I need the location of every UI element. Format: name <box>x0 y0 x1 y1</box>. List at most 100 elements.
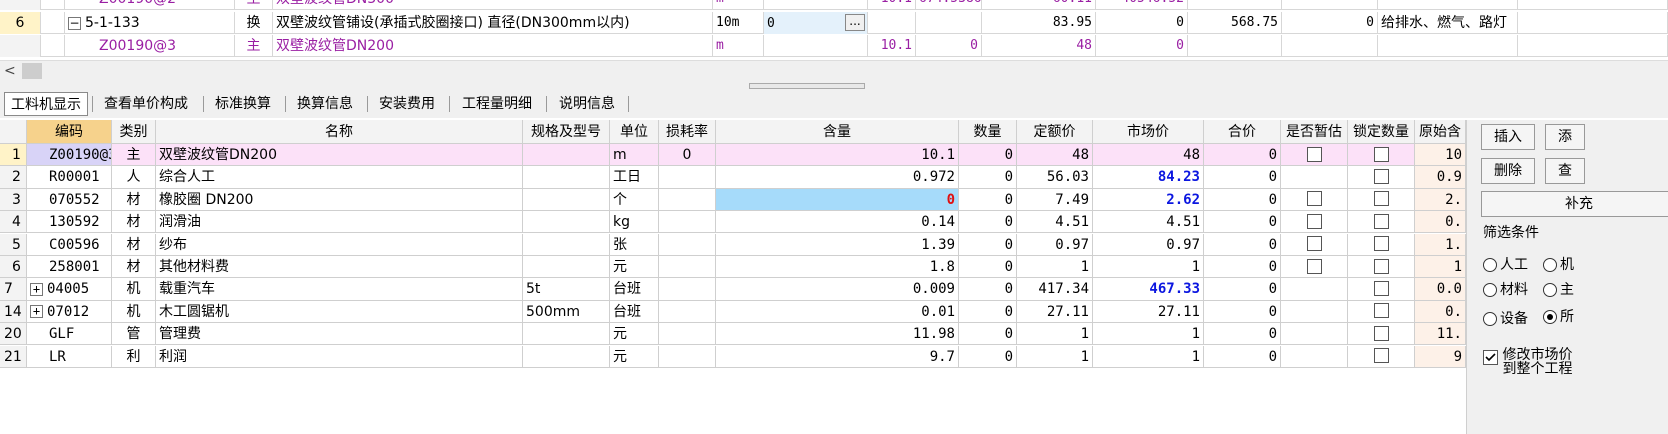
cell-loss[interactable] <box>659 278 716 300</box>
cell-est[interactable] <box>1281 345 1348 367</box>
cell-lock[interactable] <box>1348 278 1415 300</box>
column-header-loss[interactable]: 损耗率 <box>659 120 716 143</box>
column-header-name[interactable]: 名称 <box>156 120 523 143</box>
cell-content[interactable]: 10.1 <box>716 144 959 166</box>
supplement-button[interactable]: 补充 <box>1481 191 1668 217</box>
cell-est[interactable] <box>1281 166 1348 188</box>
cell-market[interactable]: 84.23 <box>1093 166 1204 188</box>
checkbox-icon[interactable] <box>1373 303 1389 319</box>
column-header-quota[interactable]: 定额价 <box>1017 120 1093 143</box>
expand-icon[interactable]: + <box>30 305 43 319</box>
collapse-icon[interactable]: − <box>68 16 81 30</box>
cell-est[interactable] <box>1281 300 1348 323</box>
column-header-type[interactable]: 类别 <box>112 120 156 143</box>
cell-lock[interactable] <box>1348 256 1415 278</box>
checkbox-icon[interactable] <box>1306 236 1322 252</box>
checkbox-icon[interactable] <box>1306 146 1322 162</box>
cell-market[interactable]: 27.11 <box>1093 300 1204 323</box>
column-header-qty[interactable]: 数量 <box>959 120 1017 143</box>
cell-content[interactable]: 11.98 <box>716 323 959 345</box>
cell-market[interactable]: 467.33 <box>1093 278 1204 300</box>
column-header-total[interactable]: 合价 <box>1204 120 1281 143</box>
cell-market[interactable]: 1 <box>1093 345 1204 367</box>
checkbox-icon[interactable] <box>1306 191 1322 207</box>
upper-row[interactable]: Z00190@3 主 双壁波纹管DN200 m 10.1 0 48 0 <box>0 35 1668 57</box>
table-row[interactable]: 14 +07012 机木工圆锯机 500mm 台班 0.01 0 27.11 27.11 0 0. <box>0 300 1466 324</box>
checkbox-icon[interactable] <box>1373 258 1389 274</box>
cell-content[interactable]: 0.01 <box>716 300 959 323</box>
column-header-content[interactable]: 含量 <box>716 120 959 143</box>
tab-conversion-info[interactable]: 换算信息 <box>291 92 359 116</box>
cell-est[interactable] <box>1281 256 1348 278</box>
cell-market[interactable]: 4.51 <box>1093 211 1204 233</box>
cell-lock[interactable] <box>1348 144 1415 166</box>
cell-lock[interactable] <box>1348 300 1415 323</box>
upper-row-selected[interactable]: 6 −5-1-133 换 双壁波纹管铺设(承插式胶圈接口) 直径(DN300mm… <box>0 12 1668 34</box>
checkbox-icon[interactable] <box>1373 325 1389 341</box>
checkbox-icon[interactable] <box>1373 168 1389 184</box>
cell-content[interactable]: 0.972 <box>716 166 959 188</box>
cell-loss[interactable] <box>659 188 716 211</box>
column-header-code[interactable]: 编码 <box>27 120 112 143</box>
filter-all[interactable]: 所 <box>1543 306 1574 326</box>
table-row[interactable]: 2 R00001 人综合人工 工日 0.972 0 56.03 84.23 0 0.9 <box>0 166 1466 189</box>
cell-content[interactable]: 0.009 <box>716 278 959 300</box>
table-row[interactable]: 7 +04005 机载重汽车 5t 台班 0.009 0 417.34 467.33 0 0.0 <box>0 278 1466 301</box>
delete-button[interactable]: 删除 <box>1481 158 1535 184</box>
cell-est[interactable] <box>1281 144 1348 166</box>
table-row[interactable]: 1 Z00190@3 主双壁波纹管DN200 m 0 10.1 0 48 48 0 10 <box>0 144 1466 167</box>
scroll-left-button[interactable]: < <box>4 61 20 81</box>
table-row[interactable]: 6 258001 材其他材料费元 1.8 0 1 1 0 1 <box>0 256 1466 279</box>
checkbox-icon[interactable] <box>1373 146 1389 162</box>
cell-market[interactable]: 2.62 <box>1093 188 1204 211</box>
column-header-est[interactable]: 是否暂估 <box>1281 120 1348 143</box>
filter-material[interactable]: 材料 <box>1483 279 1528 299</box>
table-row[interactable]: 5 C00596 材纱布张 1.39 0 0.97 0.97 0 1. <box>0 233 1466 256</box>
column-header-unit[interactable]: 单位 <box>610 120 659 143</box>
checkbox-icon[interactable] <box>1373 236 1389 252</box>
cell-market[interactable]: 0.97 <box>1093 233 1204 255</box>
cell-market[interactable]: 1 <box>1093 323 1204 345</box>
filter-equipment[interactable]: 设备 <box>1483 308 1528 328</box>
cell-est[interactable] <box>1281 233 1348 255</box>
upper-qty-input[interactable]: 0 ... <box>764 12 868 34</box>
cell-content[interactable]: 9.7 <box>716 345 959 367</box>
cell-est[interactable] <box>1281 323 1348 345</box>
checkbox-icon[interactable] <box>1306 213 1322 229</box>
cell-loss[interactable] <box>659 166 716 188</box>
checkbox-icon[interactable] <box>1373 280 1389 296</box>
table-row[interactable]: 4 130592 材润滑油 kg 0.14 0 4.51 4.51 0 0. <box>0 211 1466 234</box>
table-row[interactable]: 20 GLF 管管理费元 11.98 0 1 1 0 11. <box>0 323 1466 346</box>
cell-market[interactable]: 1 <box>1093 256 1204 278</box>
tab-install-fee[interactable]: 安装费用 <box>373 92 441 116</box>
cell-loss[interactable] <box>659 211 716 233</box>
ellipsis-button[interactable]: ... <box>845 14 865 31</box>
tab-notes[interactable]: 说明信息 <box>553 92 621 116</box>
add-button[interactable]: 添 <box>1545 124 1585 150</box>
insert-button[interactable]: 插入 <box>1481 124 1535 150</box>
cell-loss[interactable] <box>659 345 716 367</box>
table-row[interactable]: 3 070552 材橡胶圈 DN200 个 0 0 7.49 2.62 0 2. <box>0 188 1466 212</box>
checkbox-icon[interactable] <box>1373 348 1389 364</box>
cell-est[interactable] <box>1281 278 1348 300</box>
cell-loss[interactable]: 0 <box>659 144 716 166</box>
splitter-grip[interactable] <box>749 83 865 89</box>
upper-row[interactable]: Z00190@2 主 双壁波纹管DN300 m 10.1 674.5386 60… <box>0 0 1668 10</box>
query-button[interactable]: 查 <box>1545 158 1585 184</box>
cell-content[interactable]: 1.39 <box>716 233 959 255</box>
cell-lock[interactable] <box>1348 211 1415 233</box>
cell-lock[interactable] <box>1348 166 1415 188</box>
cell-est[interactable] <box>1281 211 1348 233</box>
scroll-thumb[interactable] <box>22 63 42 79</box>
column-header-orig[interactable]: 原始含 <box>1415 120 1466 143</box>
filter-main[interactable]: 主 <box>1543 279 1574 299</box>
tab-quantity-detail[interactable]: 工程量明细 <box>456 92 538 116</box>
checkbox-icon[interactable] <box>1373 213 1389 229</box>
expand-icon[interactable]: + <box>30 282 43 296</box>
cell-content[interactable]: 1.8 <box>716 256 959 278</box>
cell-loss[interactable] <box>659 300 716 323</box>
tab-materials[interactable]: 工料机显示 <box>4 92 88 116</box>
cell-loss[interactable] <box>659 233 716 255</box>
checkbox-icon[interactable] <box>1306 258 1322 274</box>
cell-est[interactable] <box>1281 188 1348 211</box>
